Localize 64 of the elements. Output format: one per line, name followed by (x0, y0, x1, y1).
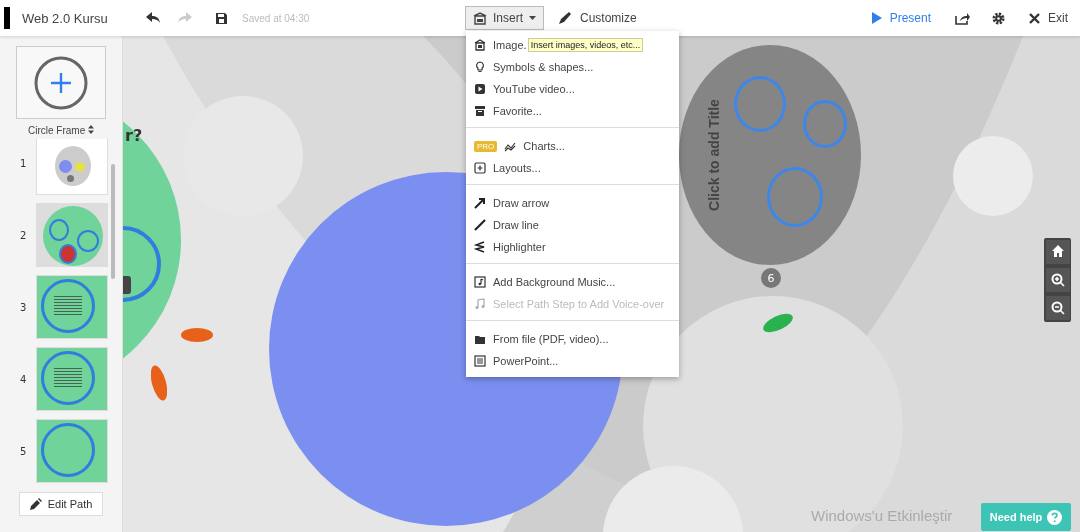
slide-thumbnail[interactable] (36, 347, 108, 411)
save-icon[interactable] (216, 12, 227, 24)
edge-bar (4, 7, 10, 29)
zigzag-icon[interactable] (474, 241, 486, 253)
step-number: 2 (20, 229, 26, 241)
step-number: 5 (20, 445, 26, 457)
settings-icon[interactable] (992, 11, 1005, 25)
insert-button[interactable]: Insert (465, 6, 544, 30)
zoom-in-icon[interactable] (1045, 268, 1070, 292)
menu-item[interactable]: Symbols & shapes... (466, 56, 594, 78)
plus-circle-icon[interactable] (33, 54, 89, 111)
menu-item[interactable]: Add Background Music... (466, 271, 616, 293)
edit-path-button[interactable]: Edit Path (18, 492, 104, 516)
lightbulb-icon[interactable] (474, 61, 486, 73)
menu-item[interactable]: Favorite... (466, 100, 542, 122)
slide-thumbnail[interactable] (36, 419, 108, 483)
scrollbar[interactable] (111, 164, 115, 279)
present-button[interactable]: Present (865, 8, 937, 28)
list-icon[interactable] (474, 355, 486, 367)
folder-icon[interactable] (474, 333, 486, 345)
line-icon[interactable] (474, 219, 486, 231)
pencil-icon[interactable] (29, 498, 42, 510)
step-number: 3 (20, 301, 26, 313)
chart-icon[interactable] (504, 140, 517, 152)
menu-item[interactable]: YouTube video... (466, 78, 575, 100)
menu-item[interactable]: Image. (466, 34, 527, 56)
pro-badge: PRO (474, 140, 498, 152)
frame-picker[interactable] (16, 46, 106, 119)
undo-icon[interactable] (146, 12, 160, 24)
menu-item[interactable]: Highlighter (466, 236, 546, 258)
exit-button[interactable]: Exit (1023, 8, 1074, 28)
archive-icon[interactable] (474, 105, 486, 117)
plus-square-icon[interactable] (474, 162, 486, 174)
arrow-icon[interactable] (474, 197, 486, 209)
close-icon[interactable] (1029, 12, 1040, 24)
overview-thumbnail[interactable] (36, 139, 108, 195)
image-icon[interactable] (474, 39, 486, 51)
save-status: Saved at 04:30 (242, 12, 310, 24)
presentation-title[interactable]: Web 2.0 Kursu (22, 10, 140, 26)
tooltip: Insert images, videos, etc... (527, 38, 644, 52)
slide-thumbnail[interactable] (36, 203, 108, 267)
menu-item[interactable]: Draw line (466, 214, 539, 236)
caterpillar-drawing[interactable] (151, 364, 167, 402)
up-down-arrows-icon[interactable] (88, 125, 94, 134)
menu-item[interactable]: PowerPoint... (466, 350, 559, 372)
menu-item[interactable]: From file (PDF, video)... (466, 328, 609, 350)
menu-item[interactable]: PRO Charts... (466, 135, 565, 157)
image-icon[interactable] (473, 11, 487, 25)
caterpillar-drawing[interactable] (181, 328, 213, 342)
brush-icon[interactable] (558, 11, 572, 25)
customize-button[interactable]: Customize (552, 6, 643, 30)
share-icon[interactable] (955, 11, 970, 25)
frame-title[interactable]: r? (125, 126, 143, 145)
menu-item[interactable]: Layouts... (466, 157, 541, 179)
zoom-out-icon[interactable] (1045, 296, 1070, 320)
step-number: 1 (20, 157, 26, 169)
home-icon[interactable] (1045, 240, 1070, 264)
slide-thumbnail[interactable] (36, 275, 108, 339)
frame-type-dropdown[interactable]: Circle Frame (26, 123, 96, 138)
menu-item[interactable]: Draw arrow (466, 192, 550, 214)
play-icon[interactable] (474, 83, 486, 95)
music-note-icon[interactable] (474, 276, 486, 288)
step-number: 4 (20, 373, 26, 385)
caret-icon[interactable] (529, 16, 536, 20)
